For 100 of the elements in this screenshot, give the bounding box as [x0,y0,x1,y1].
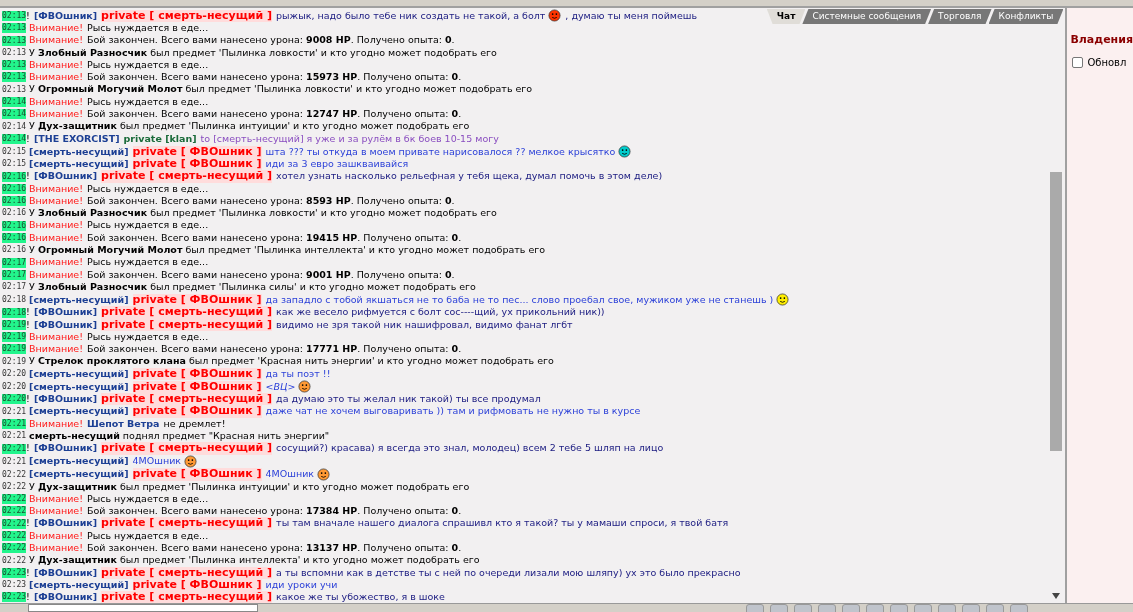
system-message: Бой закончен. Всего вами нанесено урона: 19415 HP. Получено опыта: 0. [87,231,462,245]
tab[interactable]: Системные сообщения [802,9,932,24]
exclamation-mark: ! [26,393,30,406]
tab[interactable]: Чат [766,9,806,24]
panel-heading: Владения [1070,32,1133,48]
timestamp: 02:16 [2,183,27,194]
sender-nick[interactable]: [ФВОшник] [33,170,98,183]
private-tag: private [ смерть-несущий ] [101,591,273,604]
sender-nick[interactable]: [смерть-несущий] [29,468,129,481]
system-message: У Огромный Могучий Молот был предмет 'Пылинка интеллекта' и кто угодно может подобрать его [29,244,546,257]
toolbar-button[interactable] [938,604,956,612]
message-text: <ВЦ> [265,380,296,393]
checkbox[interactable] [1072,56,1084,68]
system-message: Бой закончен. Всего вами нанесено урона: 12747 HP. Получено опыта: 0. [87,108,462,121]
timestamp: 02:22 [2,481,27,492]
system-message: У Злобный Разносчик был предмет 'Пылинка силы' и кто угодно может подобрать его [29,280,476,294]
timestamp: 02:13 [2,84,27,95]
message-input-field[interactable] [28,604,258,612]
timestamp: 02:16 [2,220,27,231]
system-message: Рысь нуждается в еде... [87,58,209,72]
message-text: да думаю это ты желал ник такой) ты все продумал [276,393,541,406]
system-message: У Злобный Разносчик был предмет 'Пылинка ловкости' и кто угодно может подобрать его [29,46,497,59]
alert-label: Внимание! [29,343,84,356]
timestamp: 02:21 [2,431,27,442]
alert-label: Внимание! [29,492,84,506]
timestamp: 02:19 [2,344,27,355]
alert-label: Внимание! [29,219,84,232]
timestamp: 02:19 [2,356,27,367]
toolbar-button[interactable] [794,604,812,612]
sender-nick[interactable]: [смерть-несущий] [29,157,129,171]
alert-label: Внимание! [29,58,84,72]
private-tag: private [ ФВОшник ] [132,380,262,393]
timestamp: 02:13 [2,23,27,34]
sender-nick[interactable]: [THE EXORCIST] [33,132,120,145]
sender-nick[interactable]: [ФВОшник] [33,306,98,319]
system-message: Бой закончен. Всего вами нанесено урона: 9001 HP. Получено опыта: 0. [87,268,455,281]
system-message: Рысь нуждается в еде... [87,529,209,542]
system-message: Рысь нуждается в еде... [87,492,209,506]
private-tag: private [ смерть-несущий ] [101,393,273,406]
system-message: Бой закончен. Всего вами нанесено урона: 17384 HP. Получено опыта: 0. [87,505,462,518]
sender-nick[interactable]: [смерть-несущий] [29,455,129,468]
timestamp: 02:20 [2,382,27,392]
message-text: хотел узнать насколько рельефная у тебя щека, думал помочь в этом деле) [276,170,663,183]
system-message: не дремлет! [163,417,226,430]
alert-label: Внимание! [29,268,84,281]
private-tag: private [ смерть-несущий ] [101,442,273,455]
timestamp: 02:13 [2,60,27,71]
message-text: ты там вначале нашего диалога спрашивл кто я такой? ты у мамаши спроси, я твой батя [276,517,729,530]
alert-label: Внимание! [29,95,84,109]
timestamp: 02:17 [2,282,27,293]
system-message: Рысь нуждается в еде... [87,95,209,109]
alert-label: Внимание! [29,256,84,269]
system-message: У Дух-защитник был предмет 'Пылинка интуиции' и кто угодно может подобрать его [29,120,470,133]
toolbar-button[interactable] [770,604,788,612]
scroll-down-icon[interactable] [1052,593,1061,599]
toolbar-button[interactable] [1010,604,1028,612]
tab[interactable]: Конфликты [988,9,1064,24]
checkbox-label: Обновл [1087,55,1127,70]
timestamp: 02:19 [2,332,27,343]
sender-nick[interactable]: [ФВОшник] [33,9,98,22]
sender-nick[interactable]: [смерть-несущий] [29,367,129,380]
sender-nick[interactable]: [смерть-несущий] [29,145,129,158]
toolbar-button[interactable] [746,604,764,612]
toolbar-button[interactable] [842,604,860,612]
sender-nick[interactable]: [смерть-несущий] [29,405,129,418]
toolbar-button[interactable] [986,604,1004,612]
sender-nick[interactable]: [ФВОшник] [33,318,98,331]
toolbar-button[interactable] [866,604,884,612]
tab[interactable]: Торговля [928,9,992,24]
toolbar-button[interactable] [914,604,932,612]
sender-nick[interactable]: [ФВОшник] [33,591,98,604]
private-tag: private [ смерть-несущий ] [101,566,273,579]
message-text: иди за 3 евро зашкваивайся [265,157,409,171]
message-text: , думаю ты меня поймешь [565,9,698,22]
toolbar-button[interactable] [962,604,980,612]
sender-nick[interactable]: [смерть-несущий] [29,380,129,393]
private-tag: private [ ФВОшник ] [132,293,262,307]
sender-nick[interactable]: [ФВОшник] [33,566,98,579]
system-message: У Огромный Могучий Молот был предмет 'Пылинка ловкости' и кто угодно может подобрать его [29,83,533,96]
message-text: сосущий?) красава) я всегда это знал, молодец) всем 2 тебе 5 шляп на лицо [276,442,664,455]
timestamp: 02:22 [2,506,27,517]
timestamp: 02:20 [2,369,27,379]
alert-label: Внимание! [29,71,84,84]
toolbar-button[interactable] [890,604,908,612]
clan-private-tag: private [klan] [123,132,197,145]
alert-label: Внимание! [29,182,84,195]
sender-nick[interactable]: [ФВОшник] [33,393,98,406]
alert-label: Внимание! [29,505,84,518]
alert-label: Внимание! [29,529,84,542]
sender-nick[interactable]: [смерть-несущий] [29,293,129,307]
sender-nick[interactable]: [ФВОшник] [33,517,98,530]
private-tag: private [ смерть-несущий ] [101,306,273,319]
timestamp: 02:22 [2,555,27,566]
sender-nick[interactable]: [смерть-несущий] [29,578,129,592]
system-message: Рысь нуждается в еде... [87,182,209,195]
sender-nick[interactable]: [ФВОшник] [33,442,98,455]
alert-label: Внимание! [29,231,84,245]
system-message: Рысь нуждается в еде... [87,22,209,35]
toolbar-button[interactable] [818,604,836,612]
exclamation-mark: ! [26,318,30,331]
